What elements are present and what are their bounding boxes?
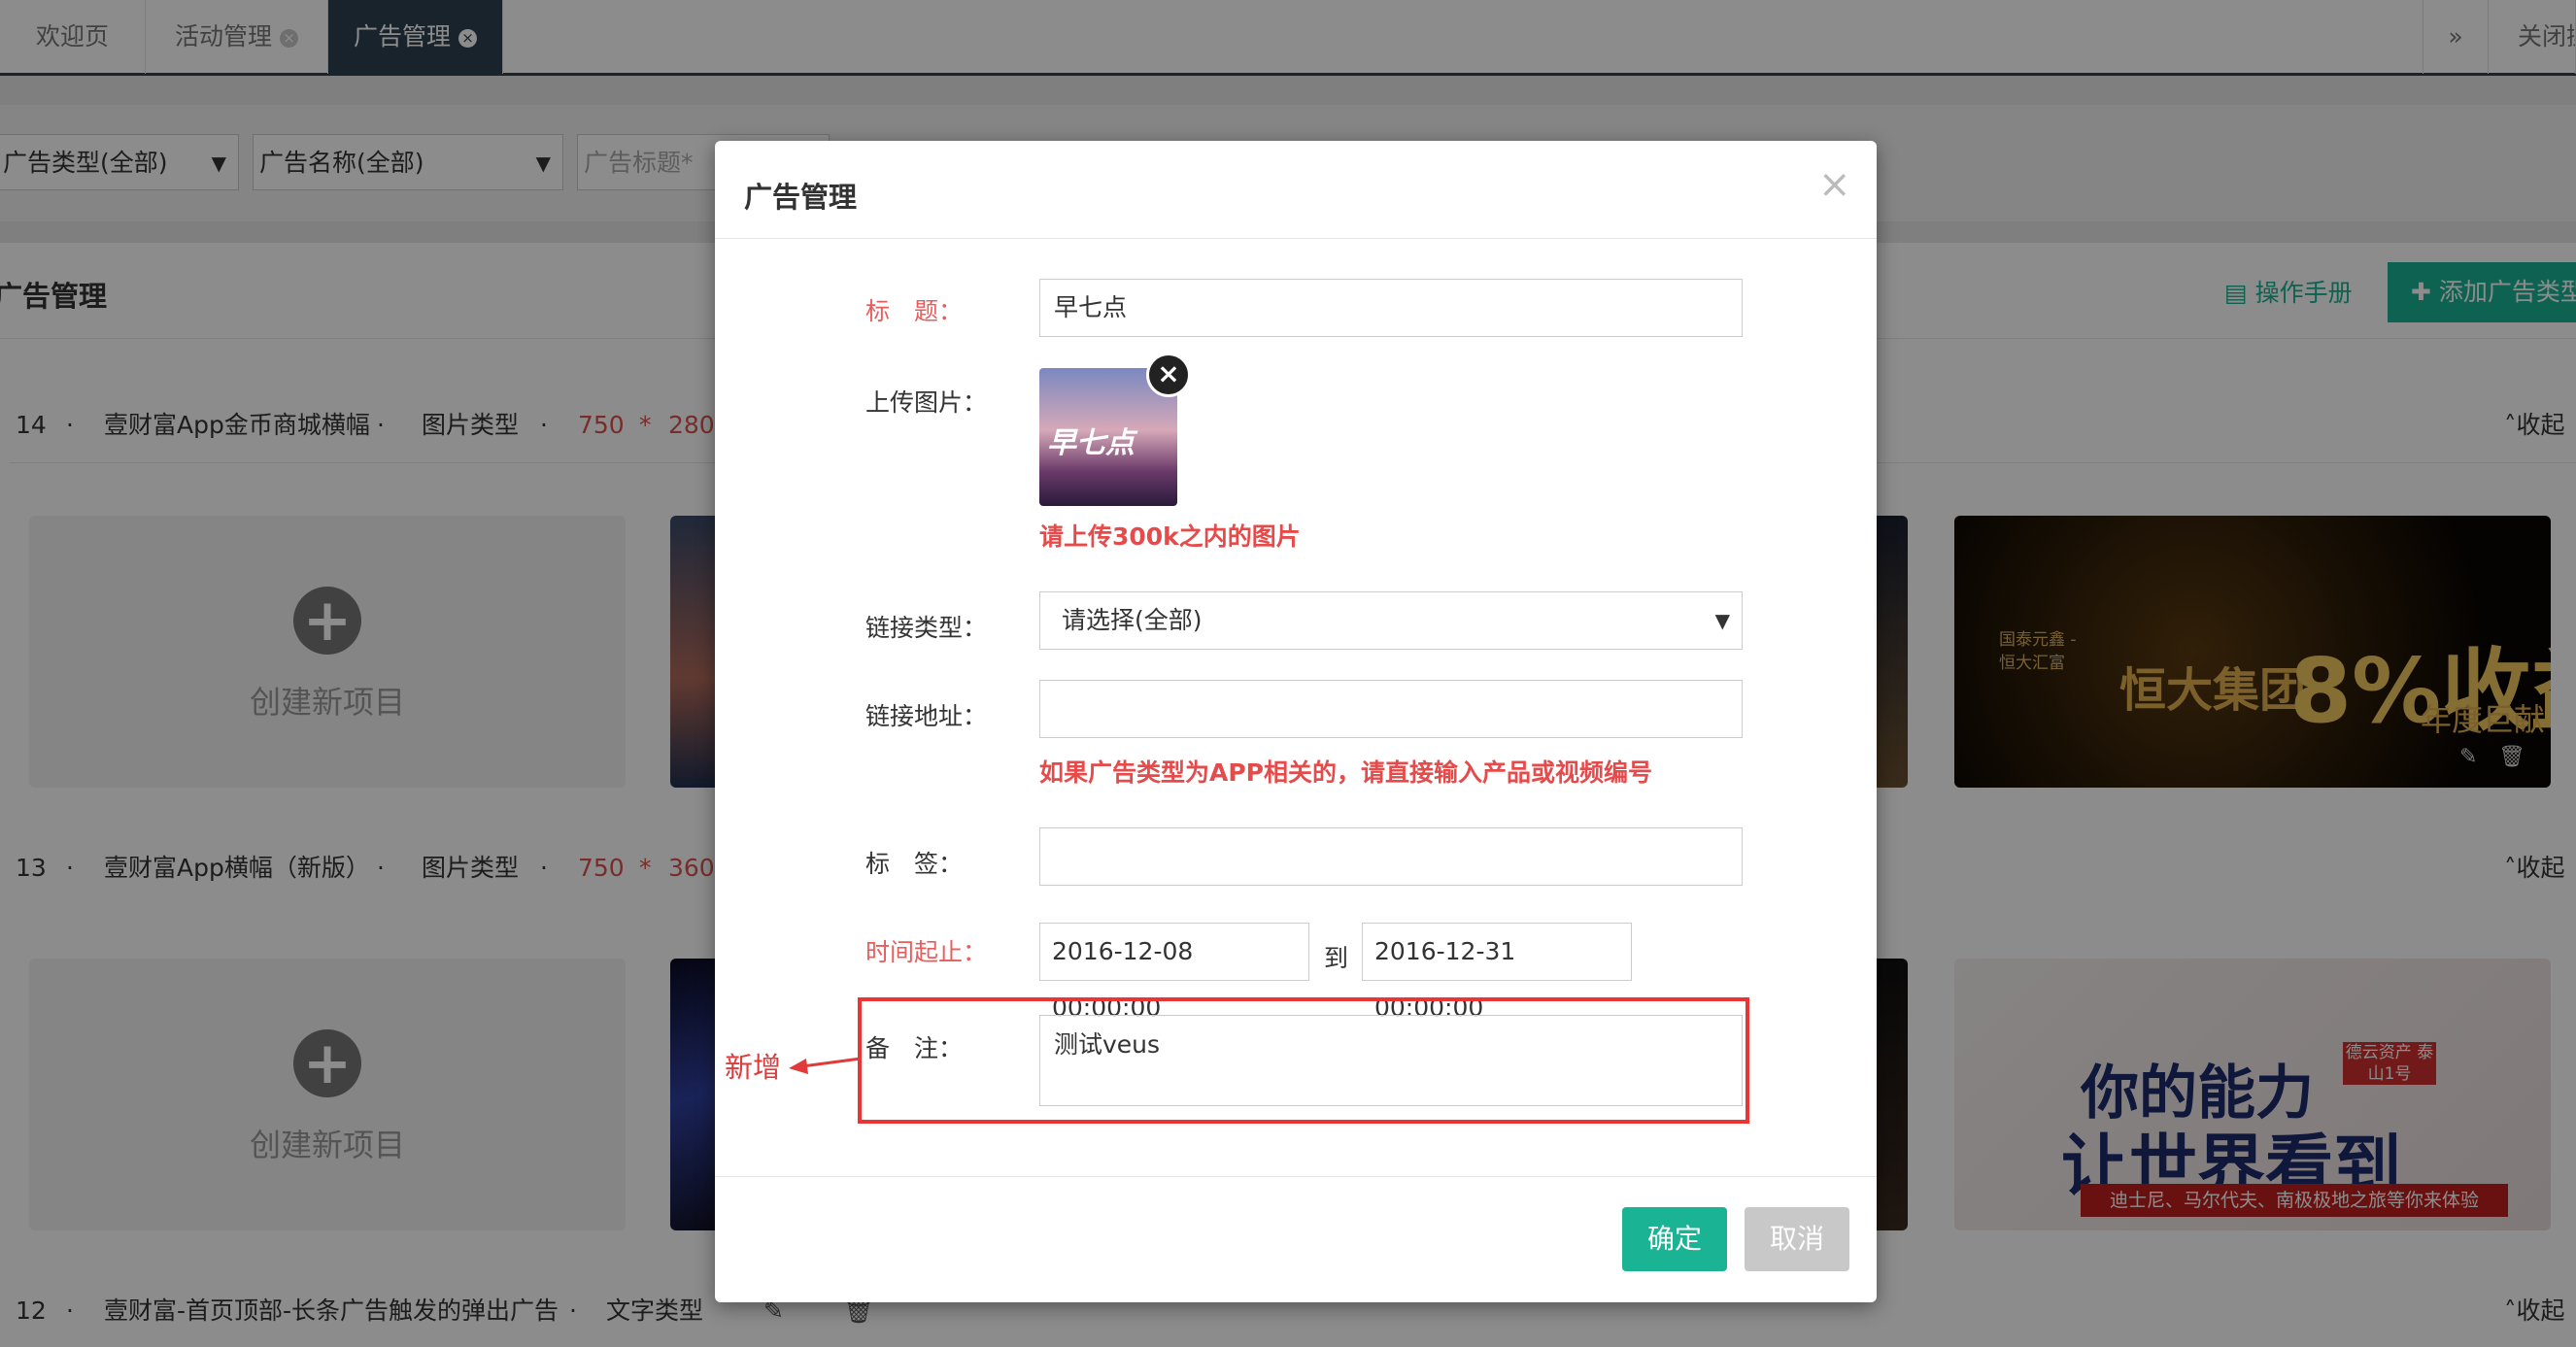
caret-down-icon: ▼ (1714, 609, 1730, 632)
annotation-label: 新增 (725, 1051, 782, 1084)
close-icon[interactable]: × (1818, 162, 1851, 207)
time-to-label: 到 (1324, 944, 1349, 972)
title-label: 标 题： (865, 297, 964, 325)
cancel-button[interactable]: 取消 (1745, 1207, 1849, 1271)
remark-value: 测试veus (1054, 1030, 1161, 1059)
cancel-label: 取消 (1769, 1223, 1824, 1255)
remark-textarea[interactable]: 测试veus (1039, 1015, 1743, 1106)
uploaded-image-text: 早七点 (1047, 426, 1135, 460)
start-time-input[interactable]: 2016-12-08 00:00:00 (1039, 923, 1309, 1022)
remove-image-icon[interactable]: × (1146, 353, 1191, 397)
tag-label: 标 签： (865, 850, 964, 878)
upload-label: 上传图片： (865, 388, 988, 417)
link-url-input[interactable] (1039, 680, 1743, 738)
modal-title: 广告管理 (744, 181, 858, 214)
confirm-button[interactable]: 确定 (1622, 1207, 1727, 1271)
link-type-label: 链接类型： (865, 614, 988, 642)
end-time-input[interactable]: 2016-12-31 00:00:00 (1362, 923, 1632, 1022)
link-type-value: 请选择(全部) (1062, 606, 1203, 634)
modal-header-divider (715, 238, 1877, 239)
time-label: 时间起止： (865, 938, 988, 966)
annotation-arrow-icon (789, 1057, 862, 1074)
title-input[interactable]: 早七点 (1039, 279, 1743, 337)
title-input-value: 早七点 (1054, 293, 1128, 321)
confirm-label: 确定 (1646, 1223, 1702, 1255)
link-hint: 如果广告类型为APP相关的，请直接输入产品或视频编号 (1039, 758, 1652, 787)
ad-management-modal: 广告管理 × 标 题： 早七点 上传图片： 早七点 × 请上传300k之内的图片… (715, 141, 1877, 1302)
link-url-label: 链接地址： (865, 702, 988, 730)
tag-input[interactable] (1039, 827, 1743, 886)
modal-footer-divider (715, 1176, 1877, 1177)
remark-label: 备 注： (865, 1034, 964, 1062)
upload-hint: 请上传300k之内的图片 (1039, 522, 1301, 551)
link-type-select[interactable]: 请选择(全部) ▼ (1039, 591, 1743, 650)
